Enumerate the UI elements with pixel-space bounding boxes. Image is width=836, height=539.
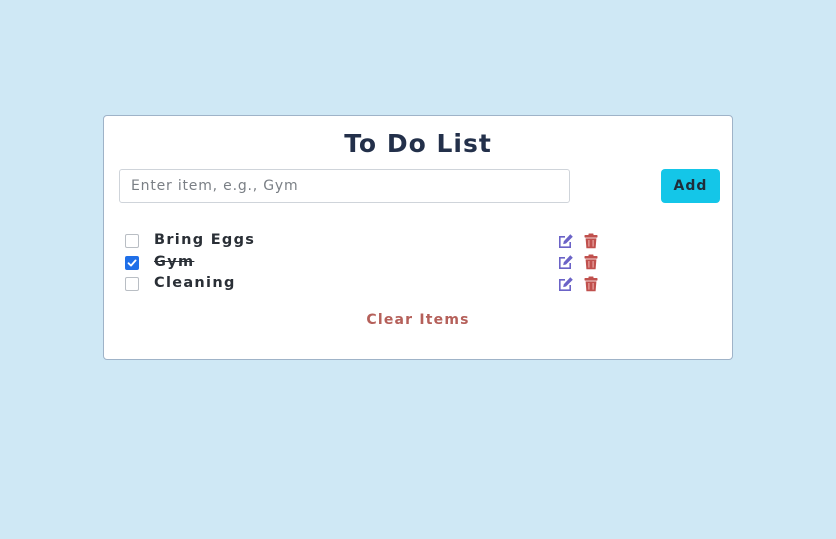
list-item: Cleaning — [125, 274, 605, 296]
trash-icon[interactable] — [582, 275, 599, 292]
edit-icon[interactable] — [557, 275, 574, 292]
trash-icon[interactable] — [582, 254, 599, 271]
item-checkbox[interactable] — [125, 277, 139, 291]
item-label: Gym — [154, 253, 195, 270]
item-actions — [557, 254, 599, 271]
edit-icon[interactable] — [557, 254, 574, 271]
item-input[interactable] — [119, 169, 570, 203]
page-title: To Do List — [344, 129, 492, 158]
clear-items-button[interactable]: Clear Items — [104, 312, 732, 328]
item-checkbox[interactable] — [125, 234, 139, 248]
item-checkbox[interactable] — [125, 255, 139, 270]
item-label: Cleaning — [154, 275, 236, 291]
list-item: Bring Eggs — [125, 231, 605, 253]
edit-icon[interactable] — [557, 232, 574, 249]
list-item: Gym — [125, 253, 605, 275]
todo-card: To Do List Add Bring Eggs — [103, 115, 733, 360]
item-actions — [557, 275, 599, 292]
trash-icon[interactable] — [582, 232, 599, 249]
add-button[interactable]: Add — [661, 169, 720, 203]
todo-list: Bring Eggs Gym Cleaning — [125, 231, 605, 296]
item-label: Bring Eggs — [154, 232, 256, 248]
item-actions — [557, 232, 599, 249]
